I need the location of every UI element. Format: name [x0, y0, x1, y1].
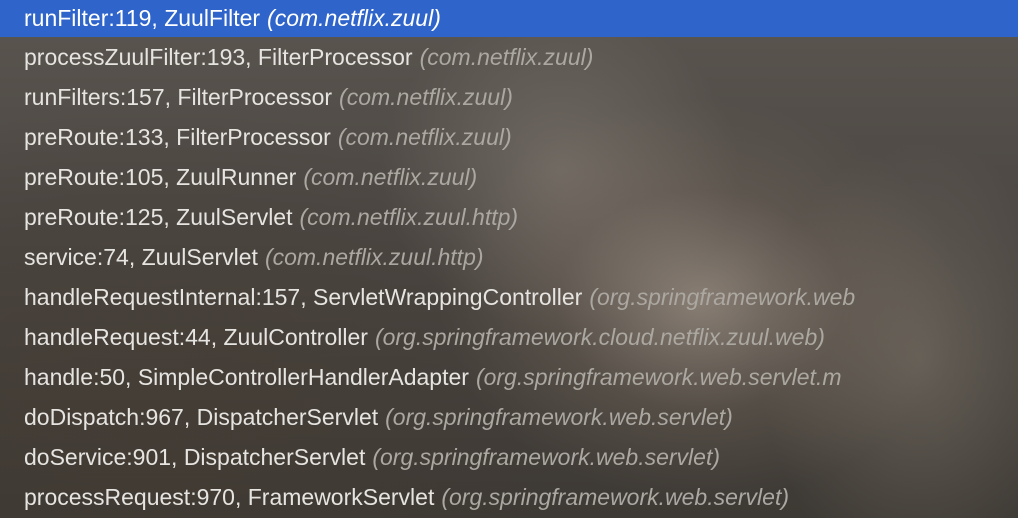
frame-package-label: (com.netflix.zuul) — [267, 5, 441, 31]
frame-method-label: handleRequestInternal:157, ServletWrappi… — [24, 283, 583, 310]
frame-method-label: service:74, ZuulServlet — [24, 243, 258, 270]
stack-frame-item[interactable]: handleRequest:44, ZuulController (org.sp… — [0, 317, 1018, 357]
stack-frame-item[interactable]: service:74, ZuulServlet (com.netflix.zuu… — [0, 237, 1018, 277]
stack-frame-item[interactable]: processRequest:970, FrameworkServlet (or… — [0, 477, 1018, 517]
frame-package-label: (org.springframework.web.servlet) — [372, 443, 721, 470]
frame-method-label: handleRequest:44, ZuulController — [24, 323, 368, 350]
stack-frame-item[interactable]: preRoute:125, ZuulServlet (com.netflix.z… — [0, 197, 1018, 237]
frame-package-label: (com.netflix.zuul.http) — [299, 203, 519, 230]
frame-method-label: preRoute:105, ZuulRunner — [24, 163, 297, 190]
frame-method-label: runFilters:157, FilterProcessor — [24, 83, 333, 110]
frame-method-label: processZuulFilter:193, FilterProcessor — [24, 43, 413, 70]
frame-package-label: (com.netflix.zuul) — [303, 163, 478, 190]
frame-package-label: (com.netflix.zuul) — [337, 123, 512, 150]
frame-method-label: doDispatch:967, DispatcherServlet — [24, 403, 379, 430]
frame-method-label: preRoute:133, FilterProcessor — [24, 123, 331, 150]
stack-frame-item[interactable]: preRoute:133, FilterProcessor (com.netfl… — [0, 117, 1018, 157]
frame-package-label: (com.netflix.zuul) — [419, 43, 594, 70]
stack-frame-item[interactable]: processZuulFilter:193, FilterProcessor (… — [0, 37, 1018, 77]
stack-frame-item[interactable]: doService:901, DispatcherServlet (org.sp… — [0, 437, 1018, 477]
stack-frame-item[interactable]: preRoute:105, ZuulRunner (com.netflix.zu… — [0, 157, 1018, 197]
frame-package-label: (org.springframework.web.servlet) — [385, 403, 733, 430]
stack-frame-item[interactable]: handle:50, SimpleControllerHandlerAdapte… — [0, 357, 1018, 397]
stack-frames-list[interactable]: runFilter:119, ZuulFilter (com.netflix.z… — [0, 0, 1018, 518]
frame-package-label: (org.springframework.cloud.netflix.zuul.… — [374, 323, 825, 350]
stack-frame-item[interactable]: handleRequestInternal:157, ServletWrappi… — [0, 277, 1018, 317]
stack-frame-item[interactable]: runFilter:119, ZuulFilter (com.netflix.z… — [0, 0, 1018, 37]
frame-package-label: (org.springframework.web — [589, 283, 856, 310]
frame-method-label: processRequest:970, FrameworkServlet — [24, 483, 435, 510]
frame-package-label: (org.springframework.web.servlet.m — [475, 363, 842, 390]
frame-method-label: doService:901, DispatcherServlet — [24, 443, 366, 470]
frame-package-label: (org.springframework.web.servlet) — [441, 483, 790, 510]
frame-method-label: handle:50, SimpleControllerHandlerAdapte… — [24, 363, 469, 390]
frame-method-label: preRoute:125, ZuulServlet — [24, 203, 293, 230]
frame-package-label: (com.netflix.zuul) — [339, 83, 513, 110]
stack-frame-item[interactable]: runFilters:157, FilterProcessor (com.net… — [0, 77, 1018, 117]
stack-frame-item[interactable]: doDispatch:967, DispatcherServlet (org.s… — [0, 397, 1018, 437]
frame-method-label: runFilter:119, ZuulFilter — [24, 5, 261, 31]
frame-package-label: (com.netflix.zuul.http) — [264, 243, 484, 270]
